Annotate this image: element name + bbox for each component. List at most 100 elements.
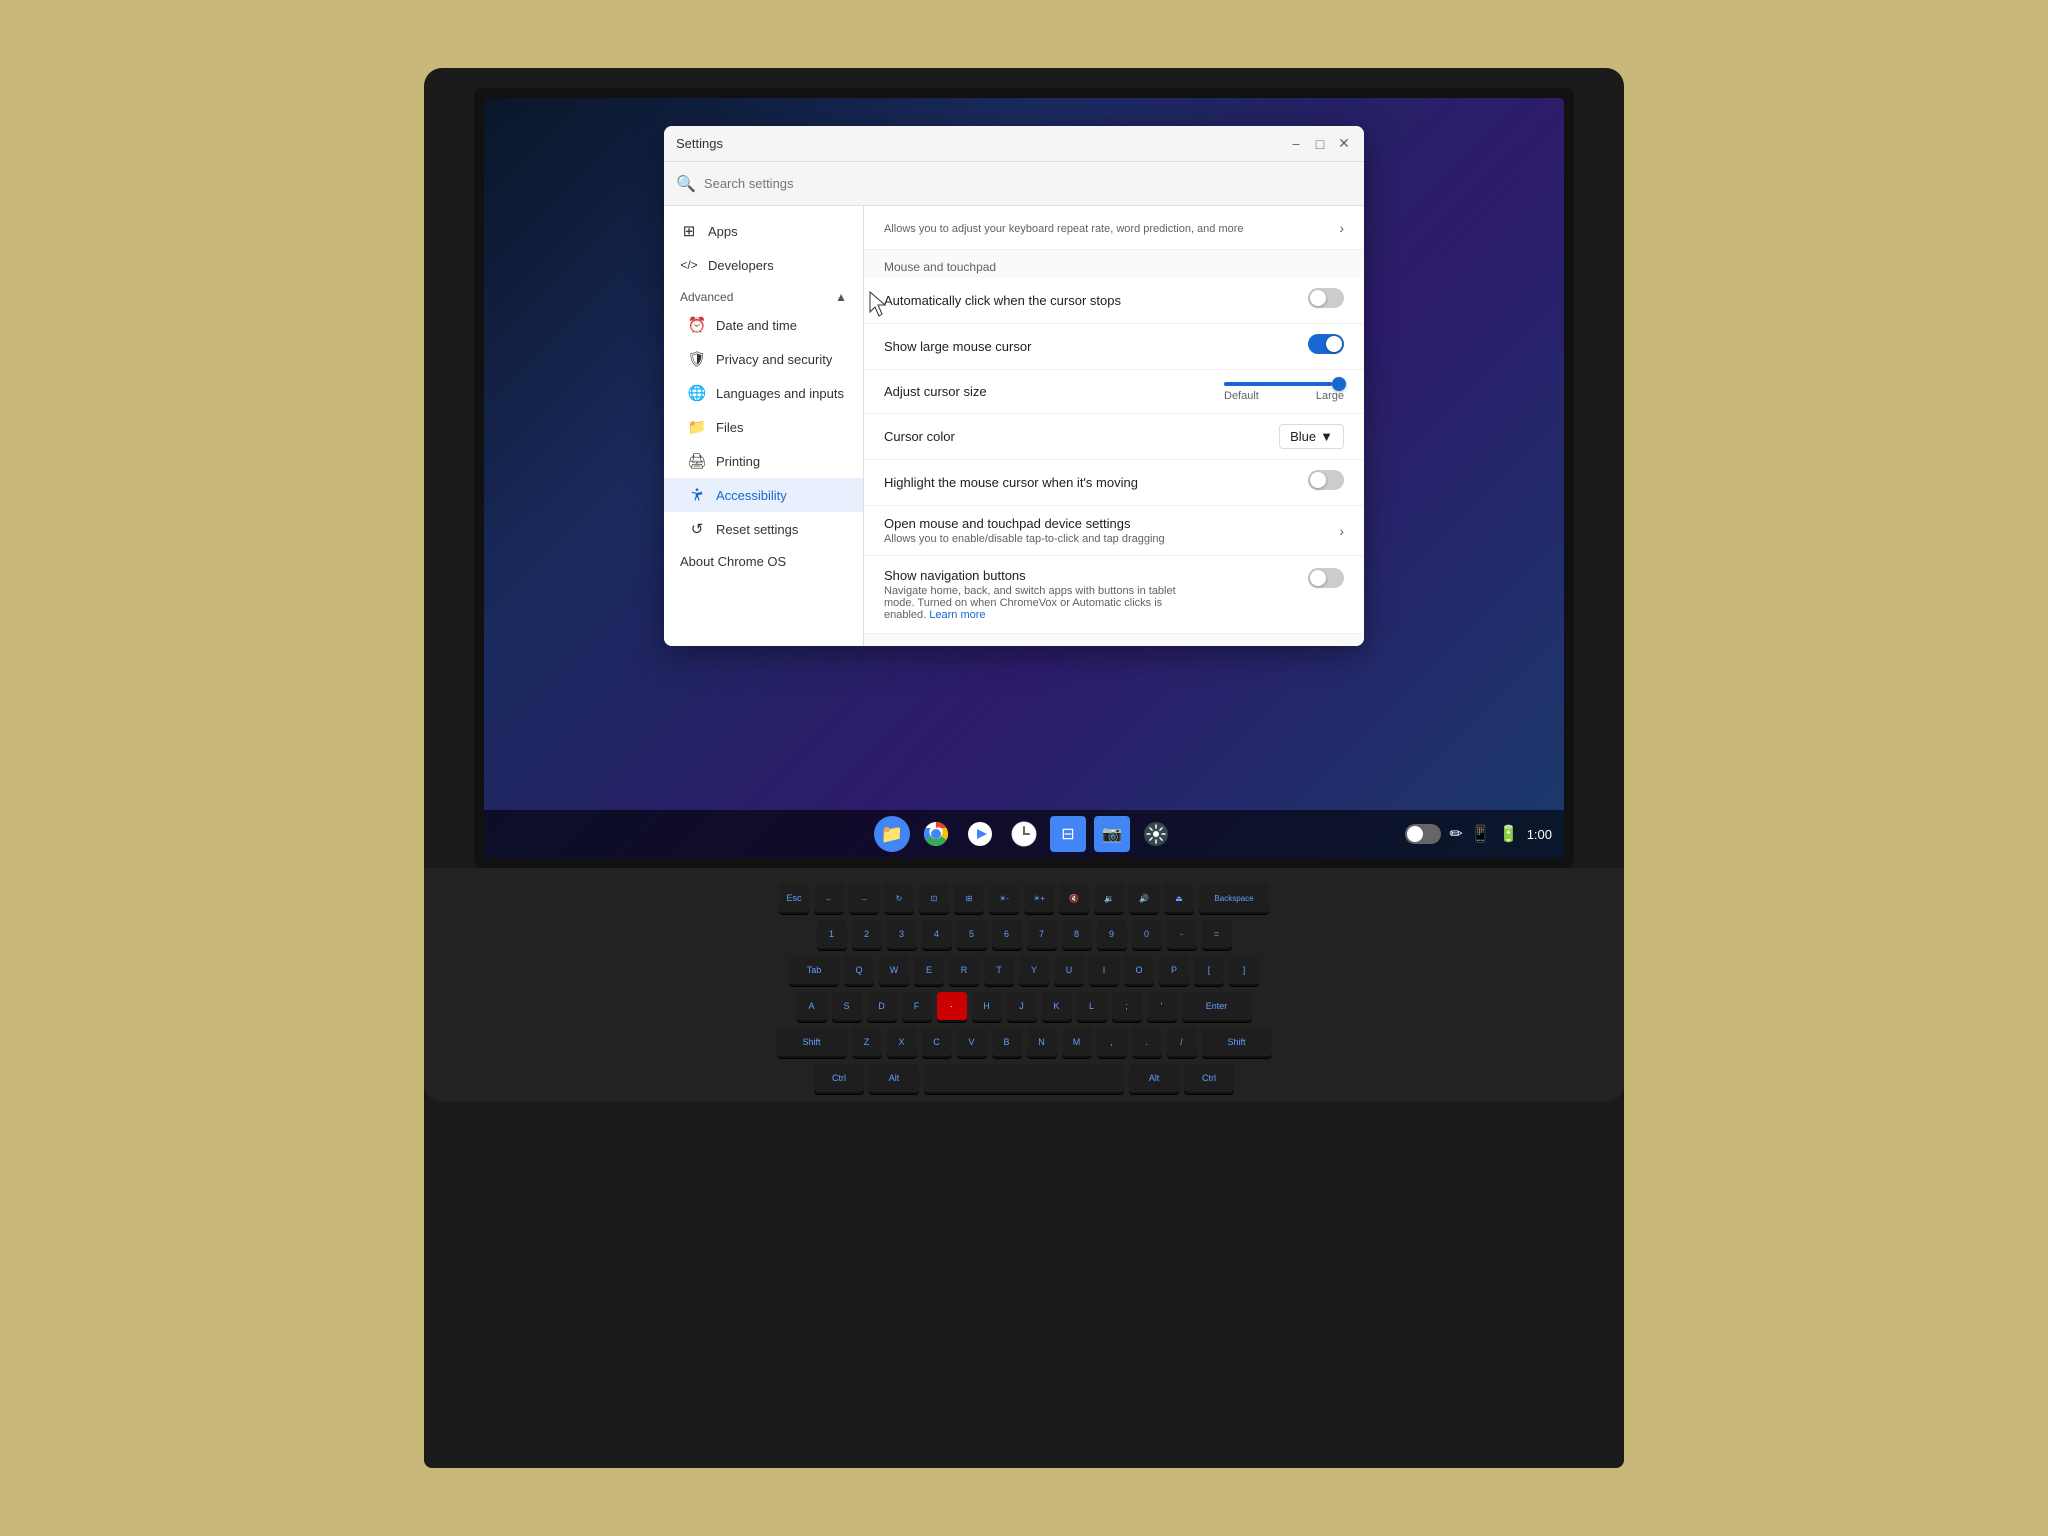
open-mouse-settings-arrow[interactable]: ›	[1339, 523, 1344, 539]
sidebar-item-about-chrome-os[interactable]: About Chrome OS	[664, 546, 863, 577]
key-tab[interactable]: Tab	[789, 956, 839, 986]
taskbar-play-icon[interactable]	[962, 816, 998, 852]
key-f6[interactable]: ☀-	[989, 884, 1019, 914]
advanced-section-header[interactable]: Advanced ▲	[664, 282, 863, 308]
key-r[interactable]: R	[949, 956, 979, 986]
sidebar-item-date-time[interactable]: ⏰ Date and time	[664, 308, 863, 342]
show-nav-buttons-toggle[interactable]	[1308, 568, 1344, 593]
close-button[interactable]: ✕	[1336, 136, 1352, 152]
key-7[interactable]: 7	[1027, 920, 1057, 950]
key-u[interactable]: U	[1054, 956, 1084, 986]
key-f9[interactable]: 🔉	[1094, 884, 1124, 914]
key-m[interactable]: M	[1062, 1028, 1092, 1058]
sidebar-item-files[interactable]: 📁 Files	[664, 410, 863, 444]
key-1[interactable]: 1	[817, 920, 847, 950]
sidebar-item-printing[interactable]: 🖨 Printing	[664, 444, 863, 478]
sidebar-item-apps[interactable]: ⊞ Apps	[664, 214, 863, 248]
keyboard-nav-arrow[interactable]: ›	[1339, 220, 1344, 236]
key-e[interactable]: E	[914, 956, 944, 986]
key-y[interactable]: Y	[1019, 956, 1049, 986]
search-input[interactable]	[704, 176, 1352, 191]
key-f10[interactable]: 🔊	[1129, 884, 1159, 914]
highlight-cursor-toggle[interactable]	[1308, 470, 1344, 495]
sidebar-item-accessibility[interactable]: Accessibility	[664, 478, 863, 512]
key-trackpoint[interactable]: ·	[937, 992, 967, 1022]
taskbar-settings-icon[interactable]	[1138, 816, 1174, 852]
key-5[interactable]: 5	[957, 920, 987, 950]
open-mouse-settings-row[interactable]: Open mouse and touchpad device settings …	[864, 506, 1364, 556]
key-minus[interactable]: -	[1167, 920, 1197, 950]
key-h[interactable]: H	[972, 992, 1002, 1022]
key-ctrl[interactable]: Ctrl	[814, 1064, 864, 1094]
key-8[interactable]: 8	[1062, 920, 1092, 950]
key-j[interactable]: J	[1007, 992, 1037, 1022]
key-3[interactable]: 3	[887, 920, 917, 950]
key-f2[interactable]: →	[849, 884, 879, 914]
key-a[interactable]: A	[797, 992, 827, 1022]
key-p[interactable]: P	[1159, 956, 1189, 986]
key-v[interactable]: V	[957, 1028, 987, 1058]
maximize-button[interactable]: □	[1312, 136, 1328, 152]
key-comma[interactable]: ,	[1097, 1028, 1127, 1058]
sidebar-item-privacy-security[interactable]: 🛡 Privacy and security	[664, 342, 863, 376]
sidebar-item-languages-inputs[interactable]: 🌐 Languages and inputs	[664, 376, 863, 410]
key-s[interactable]: S	[832, 992, 862, 1022]
key-space[interactable]	[924, 1064, 1124, 1094]
key-c[interactable]: C	[922, 1028, 952, 1058]
taskbar-camera-icon[interactable]: 📷	[1094, 816, 1130, 852]
key-period[interactable]: .	[1132, 1028, 1162, 1058]
key-l[interactable]: L	[1077, 992, 1107, 1022]
key-quote[interactable]: '	[1147, 992, 1177, 1022]
key-f4[interactable]: ⊡	[919, 884, 949, 914]
key-6[interactable]: 6	[992, 920, 1022, 950]
key-alt[interactable]: Alt	[869, 1064, 919, 1094]
taskbar-media-icon[interactable]: ⊟	[1050, 816, 1086, 852]
key-semicolon[interactable]: ;	[1112, 992, 1142, 1022]
key-f11[interactable]: ⏏	[1164, 884, 1194, 914]
key-t[interactable]: T	[984, 956, 1014, 986]
key-9[interactable]: 9	[1097, 920, 1127, 950]
sidebar-item-developers[interactable]: </> Developers	[664, 248, 863, 282]
key-bracket-left[interactable]: [	[1194, 956, 1224, 986]
key-i[interactable]: I	[1089, 956, 1119, 986]
taskbar-clock-icon[interactable]	[1006, 816, 1042, 852]
key-f8[interactable]: 🔇	[1059, 884, 1089, 914]
key-enter[interactable]: Enter	[1182, 992, 1252, 1022]
tablet-icon[interactable]: 📱	[1471, 824, 1491, 844]
key-equals[interactable]: =	[1202, 920, 1232, 950]
key-esc[interactable]: Esc	[779, 884, 809, 914]
large-cursor-toggle[interactable]	[1308, 334, 1344, 359]
key-bracket-right[interactable]: ]	[1229, 956, 1259, 986]
key-d[interactable]: D	[867, 992, 897, 1022]
key-w[interactable]: W	[879, 956, 909, 986]
key-z[interactable]: Z	[852, 1028, 882, 1058]
key-f7[interactable]: ☀+	[1024, 884, 1054, 914]
key-ctrl-right[interactable]: Ctrl	[1184, 1064, 1234, 1094]
taskbar-files-icon[interactable]: 📁	[874, 816, 910, 852]
learn-more-link[interactable]: Learn more	[929, 609, 985, 621]
key-backspace[interactable]: Backspace	[1199, 884, 1269, 914]
key-2[interactable]: 2	[852, 920, 882, 950]
key-b[interactable]: B	[992, 1028, 1022, 1058]
minimize-button[interactable]: −	[1288, 136, 1304, 152]
keyboard-description-row[interactable]: Allows you to adjust your keyboard repea…	[864, 206, 1364, 250]
toggle-switch-taskbar[interactable]	[1405, 824, 1441, 844]
key-f1[interactable]: ←	[814, 884, 844, 914]
sidebar-item-reset-settings[interactable]: ↺ Reset settings	[664, 512, 863, 546]
key-n[interactable]: N	[1027, 1028, 1057, 1058]
auto-click-toggle[interactable]	[1308, 288, 1344, 313]
key-alt-right[interactable]: Alt	[1129, 1064, 1179, 1094]
key-f5[interactable]: ⊞	[954, 884, 984, 914]
key-q[interactable]: Q	[844, 956, 874, 986]
cursor-size-slider[interactable]: Default Large	[1224, 382, 1344, 402]
pencil-icon[interactable]: ✏	[1449, 824, 1462, 844]
key-f3[interactable]: ↻	[884, 884, 914, 914]
key-slash[interactable]: /	[1167, 1028, 1197, 1058]
taskbar-chrome-icon[interactable]	[918, 816, 954, 852]
key-k[interactable]: K	[1042, 992, 1072, 1022]
key-shift-right[interactable]: Shift	[1202, 1028, 1272, 1058]
key-shift-left[interactable]: Shift	[777, 1028, 847, 1058]
key-4[interactable]: 4	[922, 920, 952, 950]
key-0[interactable]: 0	[1132, 920, 1162, 950]
key-x[interactable]: X	[887, 1028, 917, 1058]
